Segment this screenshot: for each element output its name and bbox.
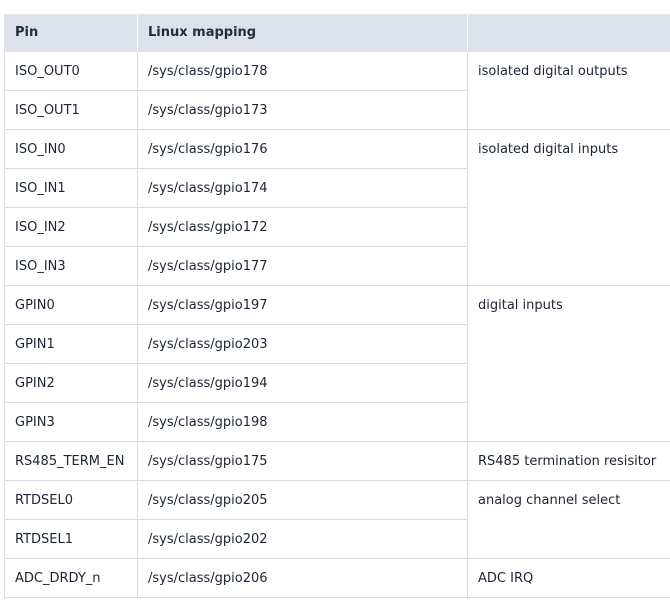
table-row: ISO_OUT0 /sys/class/gpio178 isolated dig…	[4, 51, 670, 130]
description-cell: isolated digital outputs	[467, 51, 670, 130]
table-row: RTDSEL0 /sys/class/gpio205 analog channe…	[4, 480, 670, 559]
pin-cell: RTDSEL1	[4, 519, 138, 559]
mapping-cell: /sys/class/gpio203	[137, 324, 468, 364]
pin-cell: GPIN1	[4, 324, 138, 364]
header-linux-mapping: Linux mapping	[137, 13, 468, 52]
pin-cell: ADC_DRDY_n	[4, 558, 138, 598]
pin-cell: GPIN2	[4, 363, 138, 403]
mapping-cell: /sys/class/gpio205	[137, 480, 468, 520]
description-cell: analog channel select	[467, 480, 670, 559]
pin-cell: ISO_IN0	[4, 129, 138, 169]
mapping-cell: /sys/class/gpio173	[137, 90, 468, 130]
description-cell: ADC IRQ	[467, 558, 670, 598]
mapping-cell: /sys/class/gpio177	[137, 246, 468, 286]
mapping-cell: /sys/class/gpio198	[137, 402, 468, 442]
mapping-cell: /sys/class/gpio176	[137, 129, 468, 169]
pin-cell: GPIN0	[4, 285, 138, 325]
table-header-row: Pin Linux mapping	[4, 13, 670, 52]
gpio-mapping-table: Pin Linux mapping ISO_OUT0 /sys/class/gp…	[4, 13, 670, 598]
mapping-cell: /sys/class/gpio178	[137, 51, 468, 91]
mapping-cell: /sys/class/gpio175	[137, 441, 468, 481]
pin-cell: ISO_IN3	[4, 246, 138, 286]
description-cell: isolated digital inputs	[467, 129, 670, 286]
description-cell: digital inputs	[467, 285, 670, 442]
pin-cell: ISO_IN2	[4, 207, 138, 247]
pin-cell: GPIN3	[4, 402, 138, 442]
mapping-cell: /sys/class/gpio172	[137, 207, 468, 247]
table-row: ADC_DRDY_n /sys/class/gpio206 ADC IRQ	[4, 558, 670, 598]
gpio-table-container: Pin Linux mapping ISO_OUT0 /sys/class/gp…	[4, 13, 670, 598]
pin-cell: ISO_IN1	[4, 168, 138, 208]
mapping-cell: /sys/class/gpio174	[137, 168, 468, 208]
pin-cell: ISO_OUT0	[4, 51, 138, 91]
header-description	[467, 13, 670, 52]
mapping-cell: /sys/class/gpio197	[137, 285, 468, 325]
table-row: ISO_IN0 /sys/class/gpio176 isolated digi…	[4, 129, 670, 286]
mapping-cell: /sys/class/gpio206	[137, 558, 468, 598]
pin-cell: ISO_OUT1	[4, 90, 138, 130]
pin-cell: RTDSEL0	[4, 480, 138, 520]
description-cell: RS485 termination resisitor	[467, 441, 670, 481]
header-pin: Pin	[4, 13, 138, 52]
mapping-cell: /sys/class/gpio202	[137, 519, 468, 559]
table-row: RS485_TERM_EN /sys/class/gpio175 RS485 t…	[4, 441, 670, 481]
table-row: GPIN0 /sys/class/gpio197 digital inputs	[4, 285, 670, 442]
pin-cell: RS485_TERM_EN	[4, 441, 138, 481]
mapping-cell: /sys/class/gpio194	[137, 363, 468, 403]
